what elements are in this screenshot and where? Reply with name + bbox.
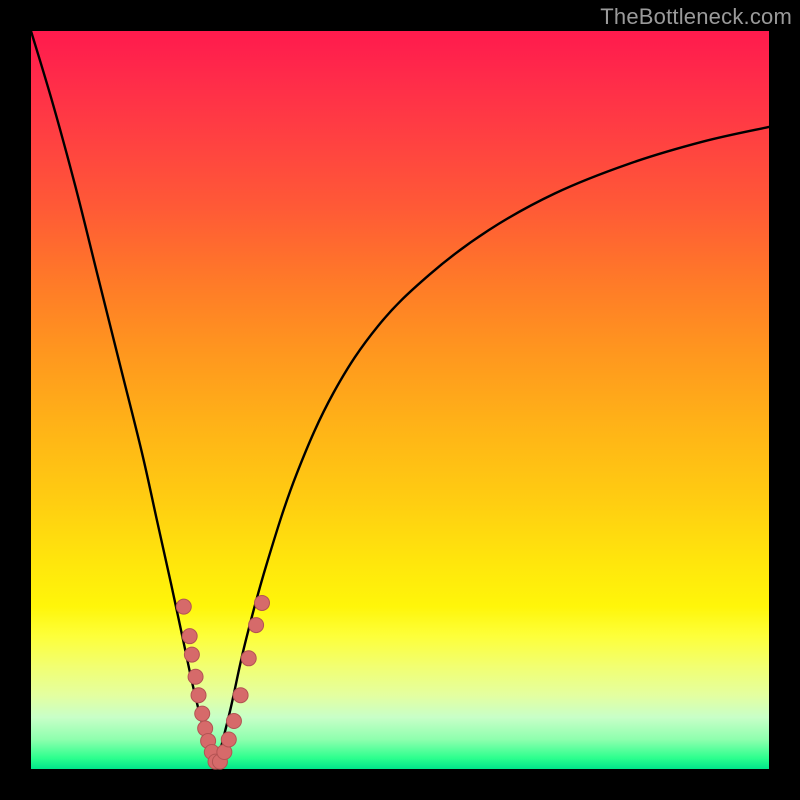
marker-dot <box>241 651 256 666</box>
marker-dot <box>188 669 203 684</box>
curve-layer <box>31 31 769 769</box>
marker-dot <box>195 706 210 721</box>
watermark-text: TheBottleneck.com <box>600 4 792 30</box>
marker-dot <box>191 688 206 703</box>
right-branch-curve <box>216 127 770 769</box>
marker-dot <box>184 647 199 662</box>
marker-group <box>176 595 269 769</box>
marker-dot <box>226 714 241 729</box>
marker-dot <box>221 732 236 747</box>
marker-dot <box>176 599 191 614</box>
marker-dot <box>182 629 197 644</box>
marker-dot <box>233 688 248 703</box>
marker-dot <box>249 618 264 633</box>
marker-dot <box>254 595 269 610</box>
plot-area <box>31 31 769 769</box>
chart-frame: TheBottleneck.com <box>0 0 800 800</box>
